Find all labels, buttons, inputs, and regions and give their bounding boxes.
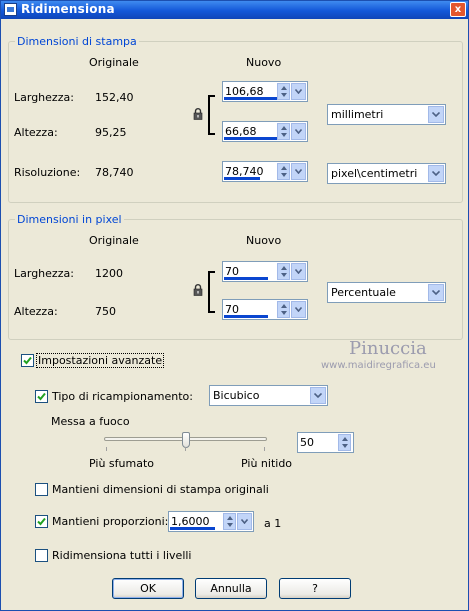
slider-tick	[264, 447, 265, 451]
ratio-suffix: a 1	[264, 517, 282, 530]
print-resolution-label: Risoluzione:	[14, 166, 81, 179]
sharpen-value: 50	[300, 436, 314, 449]
ok-button[interactable]: OK	[112, 578, 184, 599]
keep-ratio-label[interactable]: Mantieni proporzioni:	[52, 515, 168, 528]
pixel-width-field[interactable]: 70	[222, 261, 308, 282]
pixel-col-original: Originale	[89, 234, 139, 247]
print-link-bracket	[208, 95, 215, 135]
value-bar	[224, 137, 279, 140]
sharpen-value-field[interactable]: 50	[297, 432, 354, 453]
pixel-width-original: 1200	[95, 267, 123, 280]
sharpen-label: Messa a fuoco	[51, 415, 130, 428]
resize-dialog: Ridimensiona x Dimensioni di stampa Orig…	[0, 0, 469, 611]
print-col-new: Nuovo	[246, 56, 282, 69]
chevron-down-icon[interactable]	[310, 387, 326, 404]
pixel-col-new: Nuovo	[246, 234, 282, 247]
title-bar[interactable]: Ridimensiona x	[1, 1, 468, 19]
resample-type-value: Bicubico	[213, 389, 260, 402]
slider-tick	[185, 447, 186, 451]
watermark-url: www.maidiregrafica.eu	[321, 360, 436, 371]
chevron-down-icon[interactable]	[428, 165, 444, 182]
print-width-label: Larghezza:	[14, 91, 74, 104]
app-icon	[4, 3, 17, 16]
pixel-height-original: 750	[95, 305, 116, 318]
keep-print-size-checkbox[interactable]	[35, 483, 48, 496]
value-bar	[224, 177, 260, 180]
spin-arrows-icon[interactable]	[277, 83, 306, 100]
print-col-original: Originale	[89, 56, 139, 69]
check-icon	[23, 356, 32, 365]
chevron-down-icon[interactable]	[428, 284, 444, 301]
spin-arrows-icon[interactable]	[223, 513, 252, 530]
spin-up-down-button[interactable]	[277, 123, 290, 140]
print-unit-select[interactable]: millimetri	[327, 104, 446, 125]
resample-type-label[interactable]: Tipo di ricampionamento:	[52, 390, 193, 403]
pixel-height-field[interactable]: 70	[222, 299, 308, 320]
chevron-down-icon[interactable]	[291, 123, 306, 140]
value-bar	[170, 527, 215, 530]
ratio-field[interactable]: 1,6000	[168, 511, 254, 532]
resolution-unit-select[interactable]: pixel\centimetri	[327, 163, 446, 184]
print-height-label: Altezza:	[14, 126, 58, 139]
check-icon	[37, 392, 46, 401]
help-button[interactable]: ?	[279, 578, 351, 599]
print-width-field[interactable]: 106,68	[222, 81, 308, 102]
value-bar	[224, 97, 279, 100]
pixel-unit-value: Percentuale	[331, 286, 396, 299]
pixel-height-label: Altezza:	[14, 305, 58, 318]
close-button[interactable]: x	[450, 2, 466, 17]
value-bar	[224, 315, 268, 318]
advanced-settings-label[interactable]: Impostazioni avanzate	[35, 353, 165, 368]
spin-arrows-icon[interactable]	[277, 301, 306, 318]
print-unit-value: millimetri	[331, 108, 384, 121]
keep-print-size-label[interactable]: Mantieni dimensioni di stampa originali	[52, 483, 269, 496]
resample-type-select[interactable]: Bicubico	[209, 385, 328, 406]
value-bar	[224, 277, 268, 280]
sharpen-right-label: Più nitido	[241, 457, 293, 470]
print-height-field[interactable]: 66,68	[222, 121, 308, 142]
window-title: Ridimensiona	[21, 2, 115, 16]
spin-up-down-button[interactable]	[338, 434, 351, 451]
lock-icon[interactable]	[193, 284, 203, 296]
print-size-legend: Dimensioni di stampa	[15, 35, 139, 48]
lock-icon[interactable]	[193, 108, 203, 120]
spin-up-down-button[interactable]	[223, 513, 236, 530]
print-height-original: 95,25	[95, 126, 127, 139]
spin-up-down-button[interactable]	[277, 301, 290, 318]
watermark-name: Pinuccia	[349, 338, 427, 359]
cancel-button[interactable]: Annulla	[195, 578, 267, 599]
spin-arrows-icon[interactable]	[277, 123, 306, 140]
chevron-down-icon[interactable]	[291, 301, 306, 318]
resize-all-layers-label[interactable]: Ridimensiona tutti i livelli	[52, 549, 192, 562]
pixel-width-label: Larghezza:	[14, 267, 74, 280]
resample-type-checkbox[interactable]	[35, 390, 48, 403]
pixel-size-legend: Dimensioni in pixel	[15, 213, 124, 226]
resize-all-layers-checkbox[interactable]	[35, 549, 48, 562]
spin-arrows-icon[interactable]	[277, 263, 306, 280]
chevron-down-icon[interactable]	[428, 106, 444, 123]
spin-arrows-icon[interactable]	[277, 163, 306, 180]
sharpen-left-label: Più sfumato	[89, 457, 154, 470]
pixel-link-bracket	[208, 271, 215, 313]
spin-up-down-button[interactable]	[277, 263, 290, 280]
advanced-settings-checkbox[interactable]	[21, 354, 34, 367]
print-width-original: 152,40	[95, 91, 134, 104]
chevron-down-icon[interactable]	[291, 163, 306, 180]
sharpen-slider-thumb[interactable]	[182, 432, 190, 448]
chevron-down-icon[interactable]	[291, 263, 306, 280]
chevron-down-icon[interactable]	[291, 83, 306, 100]
slider-tick	[106, 447, 107, 451]
check-icon	[37, 517, 46, 526]
spin-arrows-icon[interactable]	[338, 434, 352, 451]
resolution-field[interactable]: 78,740	[222, 161, 308, 182]
keep-ratio-checkbox[interactable]	[35, 515, 48, 528]
resolution-unit-value: pixel\centimetri	[331, 167, 418, 180]
print-resolution-original: 78,740	[95, 166, 134, 179]
spin-up-down-button[interactable]	[277, 83, 290, 100]
spin-up-down-button[interactable]	[277, 163, 290, 180]
chevron-down-icon[interactable]	[237, 513, 252, 530]
pixel-unit-select[interactable]: Percentuale	[327, 282, 446, 303]
